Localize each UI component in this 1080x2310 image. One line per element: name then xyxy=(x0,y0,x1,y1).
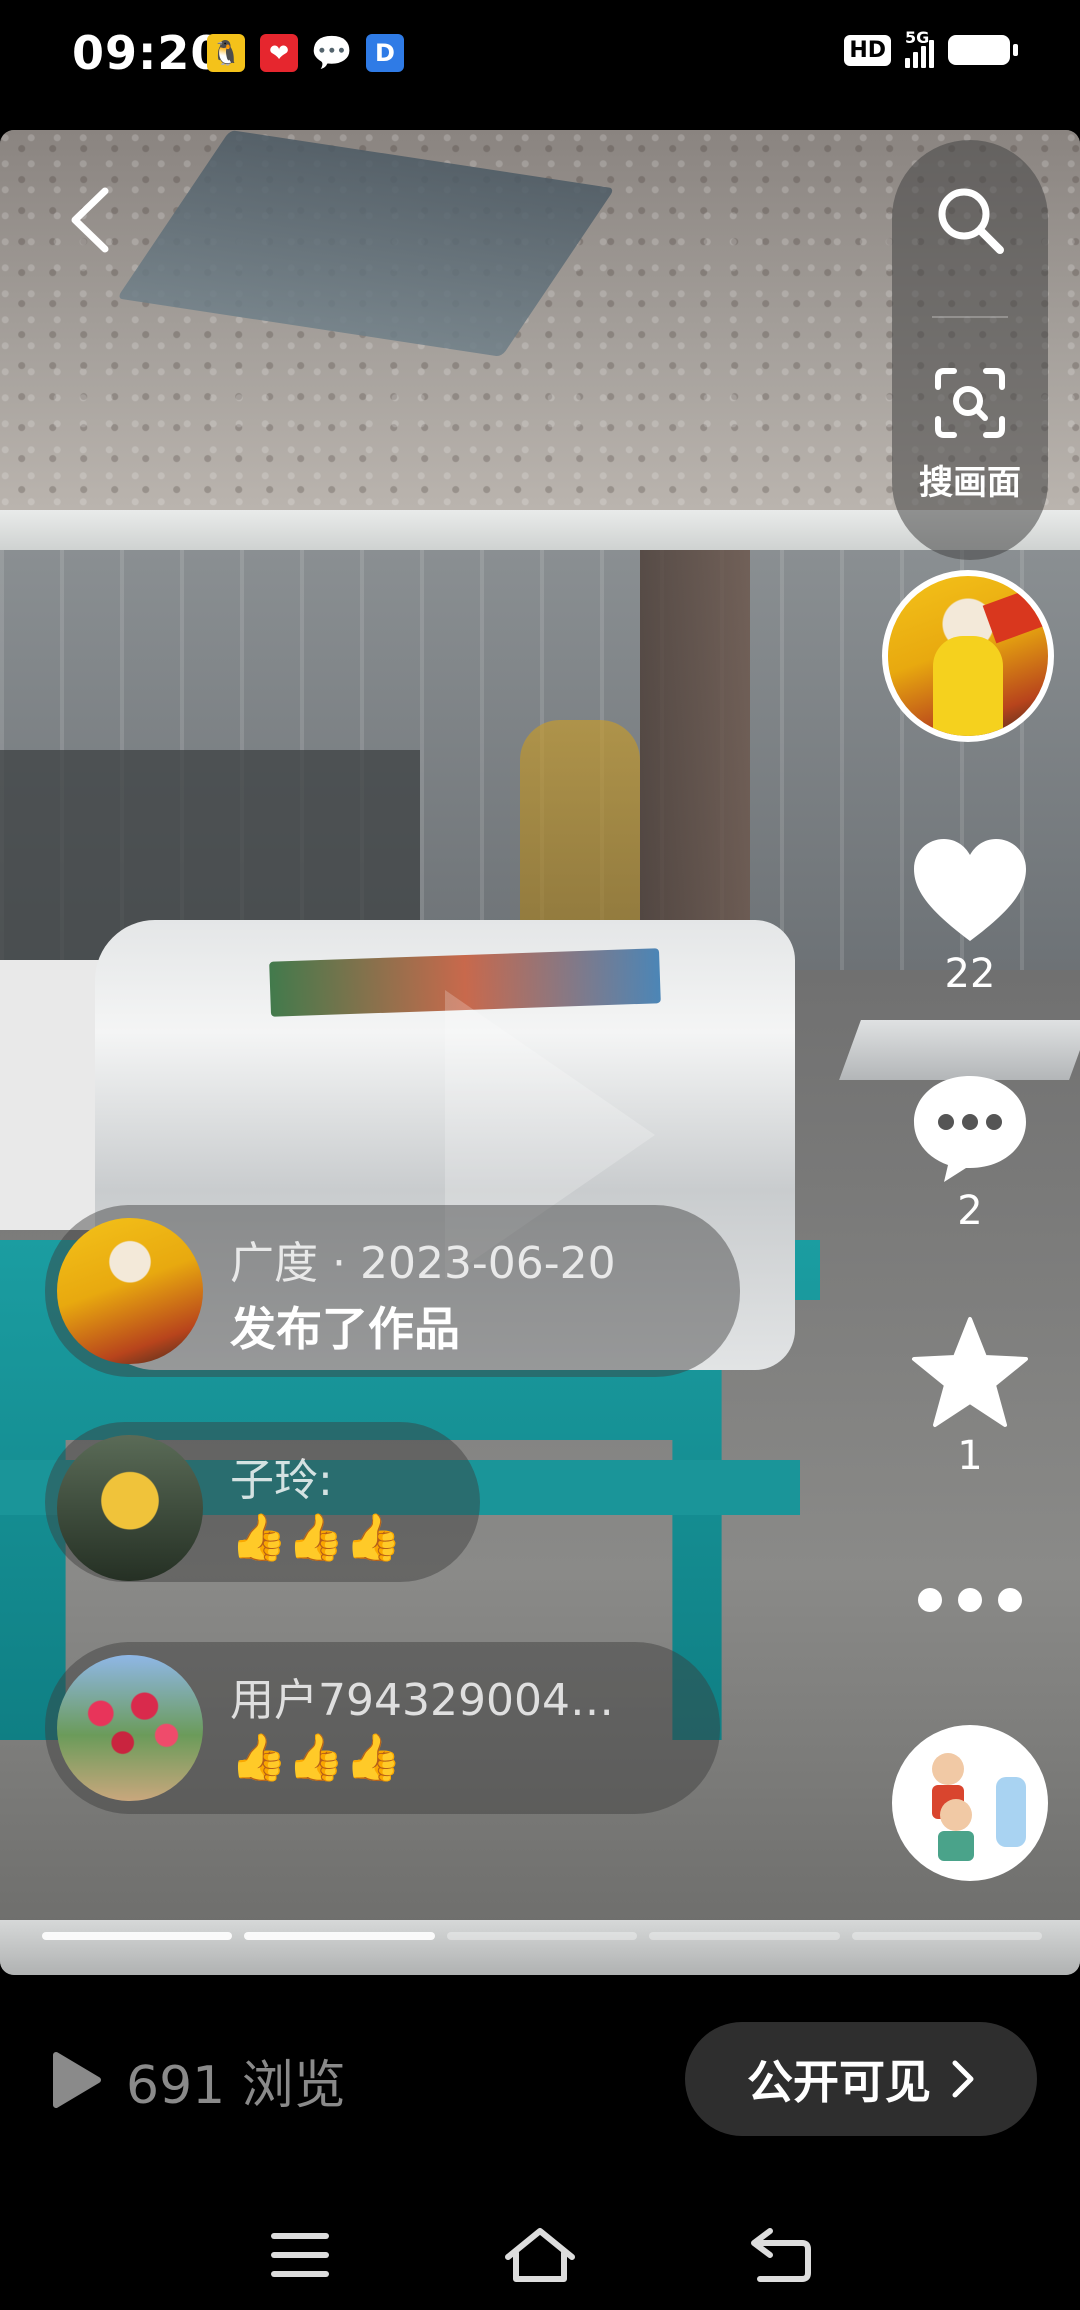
network-type-label: 5G xyxy=(905,28,930,47)
comment-bubble[interactable]: 用户794329004… 👍👍👍 xyxy=(45,1642,720,1814)
publish-notice-bubble[interactable]: 广度 · 2023-06-20 发布了作品 xyxy=(45,1205,740,1377)
home-nav-button[interactable] xyxy=(485,2215,595,2295)
comment-text: 👍👍👍 xyxy=(230,1510,402,1564)
commenter-avatar[interactable] xyxy=(57,1655,203,1801)
scan-search-label[interactable]: 搜画面 xyxy=(892,455,1048,504)
heart-app-icon: ❤ xyxy=(260,34,298,72)
system-nav-bar xyxy=(0,2190,1080,2310)
comment-icon xyxy=(914,1076,1026,1182)
author-name-date: 广度 · 2023-06-20 xyxy=(230,1238,616,1289)
like-count: 22 xyxy=(944,951,996,997)
commenter-name: 用户794329004… xyxy=(230,1675,614,1726)
wechat-icon: 💬 xyxy=(310,33,354,73)
progress-segment xyxy=(244,1932,435,1940)
commenter-avatar[interactable] xyxy=(57,1435,203,1581)
qq-icon: 🐧 xyxy=(207,34,245,72)
dingtalk-icon: D xyxy=(366,34,404,72)
author-avatar[interactable] xyxy=(882,570,1054,742)
more-dots-icon xyxy=(918,1588,1022,1612)
signal-icon: 5G xyxy=(905,28,934,68)
progress-segment xyxy=(649,1932,840,1940)
heart-icon xyxy=(914,839,1026,941)
comment-count: 2 xyxy=(957,1188,983,1234)
home-icon xyxy=(505,2228,575,2282)
view-count: 691 浏览 xyxy=(50,2045,346,2116)
cartoon-couple-icon xyxy=(896,1729,1044,1877)
menu-nav-button[interactable] xyxy=(245,2215,355,2295)
visibility-label: 公开可见 xyxy=(747,2055,931,2109)
publish-text: 发布了作品 xyxy=(230,1302,460,1356)
views-text: 691 浏览 xyxy=(126,2055,346,2116)
status-bar: 09:20 🐧 ❤ 💬 D HD 5G xyxy=(0,0,1080,110)
commenter-name: 子玲: xyxy=(230,1455,333,1506)
scan-search-icon[interactable] xyxy=(932,365,1008,441)
comment-bubble[interactable]: 子玲: 👍👍👍 xyxy=(45,1422,480,1582)
status-indicators: HD 5G xyxy=(844,28,1018,68)
status-time: 09:20 xyxy=(72,26,224,80)
my-avatar[interactable] xyxy=(892,1725,1048,1881)
progress-segment xyxy=(446,1932,638,1940)
like-button[interactable]: 22 xyxy=(892,835,1048,997)
favorite-button[interactable]: 1 xyxy=(892,1315,1048,1479)
back-nav-icon xyxy=(751,2228,811,2282)
search-pill: 搜画面 xyxy=(892,140,1048,560)
favorite-count: 1 xyxy=(957,1433,983,1479)
comment-button[interactable]: 2 xyxy=(892,1072,1048,1234)
search-icon[interactable] xyxy=(932,182,1008,258)
author-avatar-small[interactable] xyxy=(57,1218,203,1364)
menu-icon xyxy=(271,2233,329,2277)
back-nav-button[interactable] xyxy=(725,2215,835,2295)
hd-icon: HD xyxy=(844,34,891,66)
media-progress xyxy=(42,1932,1043,1940)
back-button[interactable] xyxy=(55,180,125,260)
progress-segment xyxy=(851,1932,1043,1940)
progress-segment xyxy=(42,1932,233,1940)
visibility-button[interactable]: 公开可见 xyxy=(685,2022,1037,2136)
chevron-left-icon xyxy=(71,187,109,253)
chevron-right-icon xyxy=(952,2060,974,2098)
star-icon xyxy=(912,1317,1028,1427)
comment-text: 👍👍👍 xyxy=(230,1730,402,1784)
play-icon xyxy=(53,2052,101,2108)
battery-icon xyxy=(948,35,1018,65)
more-button[interactable] xyxy=(892,1585,1048,1615)
